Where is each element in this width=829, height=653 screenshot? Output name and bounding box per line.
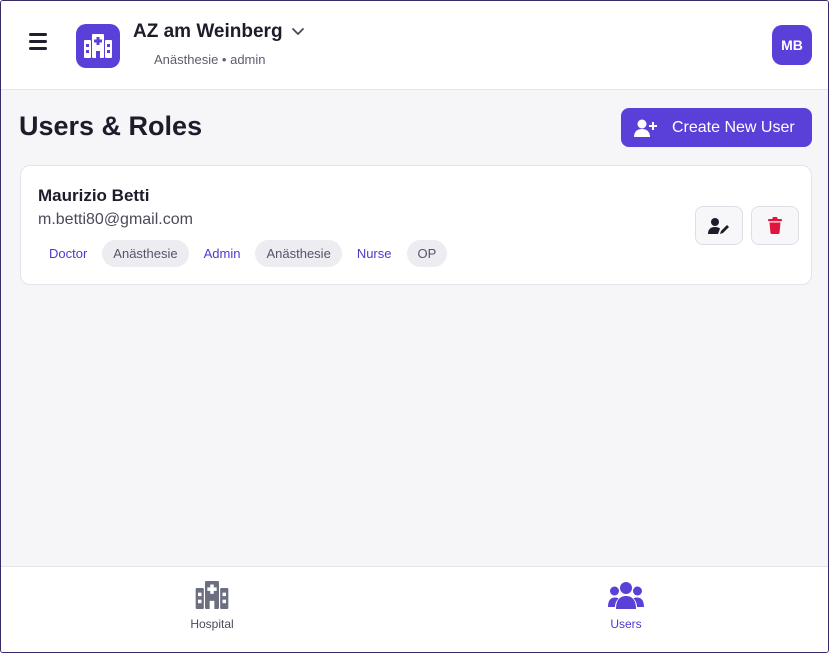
hospital-logo-icon [76,24,120,68]
create-new-user-label: Create New User [672,118,795,136]
trash-icon [768,217,782,234]
nav-label-users: Users [610,617,642,631]
bottom-navigation: Hospital Users [1,566,828,652]
hospital-icon [195,581,229,609]
page-title: Users & Roles [19,111,203,141]
hospital-switcher[interactable]: AZ am Weinberg [133,21,305,43]
unit-tag: Anästhesie [255,240,342,267]
nav-item-users[interactable]: Users [566,581,686,641]
user-email: m.betti80@gmail.com [38,211,193,228]
chevron-down-icon [291,28,304,35]
nav-item-hospital[interactable]: Hospital [152,581,272,641]
role-tag: Admin [203,246,241,261]
user-avatar[interactable]: MB [772,25,812,65]
role-tag: Doctor [49,246,88,261]
user-name: Maurizio Betti [38,186,150,205]
user-edit-icon [708,217,729,234]
role-assignments: Doctor Anästhesie Admin Anästhesie Nurse… [38,240,448,267]
add-user-icon [634,119,657,137]
unit-tag: Anästhesie [102,240,189,267]
users-icon [608,582,644,609]
app-frame: AZ am Weinberg Anästhesie • admin MB Use… [0,0,829,653]
edit-user-button[interactable] [695,206,743,245]
nav-label-hospital: Hospital [190,617,234,631]
delete-user-button[interactable] [751,206,799,245]
hospital-unit-role: Anästhesie • admin [154,52,266,67]
hospital-name: AZ am Weinberg [133,21,283,42]
role-tag: Nurse [356,246,392,261]
user-card: Maurizio Betti m.betti80@gmail.com Docto… [20,165,812,285]
create-new-user-button[interactable]: Create New User [621,108,812,147]
hamburger-menu-icon[interactable] [29,33,51,53]
unit-tag: OP [406,240,448,267]
top-header: AZ am Weinberg Anästhesie • admin MB [1,1,828,90]
